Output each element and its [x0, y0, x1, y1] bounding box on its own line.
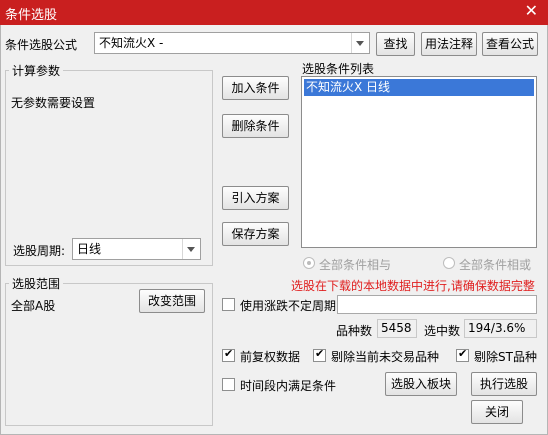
- uncertain-period-label: 使用涨跌不定周期: [240, 299, 337, 313]
- period-select[interactable]: 日线: [72, 238, 201, 260]
- uncertain-period-input[interactable]: [337, 295, 537, 314]
- calc-params-legend: 计算参数: [9, 62, 64, 79]
- execute-button[interactable]: 执行选股: [471, 372, 537, 396]
- pre-adjust-checkbox[interactable]: [222, 347, 235, 362]
- count-value: 5458: [377, 319, 417, 338]
- import-scheme-button[interactable]: 引入方案: [222, 186, 289, 210]
- find-button[interactable]: 查找: [376, 32, 415, 56]
- chevron-down-icon[interactable]: [351, 33, 369, 53]
- period-select-value: 日线: [77, 242, 102, 256]
- period-label: 选股周期:: [13, 244, 66, 258]
- data-warning: 选股在下载的本地数据中进行,请确保数据完整: [291, 279, 535, 293]
- condition-list[interactable]: 不知流火X 日线: [301, 76, 537, 248]
- exclude-untraded-checkbox[interactable]: [313, 347, 326, 362]
- select-to-block-button[interactable]: 选股入板块: [385, 372, 457, 396]
- add-condition-button[interactable]: 加入条件: [222, 76, 289, 100]
- exclude-st-checkbox[interactable]: [456, 347, 469, 362]
- selected-label: 选中数: [424, 324, 461, 338]
- range-value: 全部A股: [11, 299, 56, 313]
- or-radio-label: 全部条件相或: [459, 258, 532, 272]
- close-icon[interactable]: ✕: [525, 1, 538, 20]
- usage-notes-button[interactable]: 用法注释: [421, 32, 477, 56]
- exclude-untraded-label: 剔除当前未交易品种: [331, 350, 440, 364]
- list-item[interactable]: 不知流火X 日线: [304, 79, 534, 96]
- count-label: 品种数: [336, 324, 373, 338]
- title-bar: 条件选股 ✕: [0, 0, 548, 25]
- pre-adjust-label: 前复权数据: [240, 350, 301, 364]
- delete-condition-button[interactable]: 删除条件: [222, 114, 289, 138]
- and-radio[interactable]: [303, 257, 315, 269]
- selected-value: 194/3.6%: [464, 319, 537, 338]
- formula-select[interactable]: 不知流火X -: [94, 32, 370, 54]
- or-radio[interactable]: [443, 257, 455, 269]
- view-formula-button[interactable]: 查看公式: [482, 32, 538, 56]
- range-legend: 选股范围: [9, 275, 64, 292]
- uncertain-period-checkbox[interactable]: [222, 298, 235, 311]
- no-params-message: 无参数需要设置: [11, 96, 96, 110]
- condition-list-label: 选股条件列表: [302, 62, 375, 76]
- time-period-label: 时间段内满足条件: [240, 379, 337, 393]
- change-range-button[interactable]: 改变范围: [139, 289, 205, 313]
- formula-label: 条件选股公式: [5, 38, 78, 52]
- window-title: 条件选股: [5, 8, 58, 23]
- close-button[interactable]: 关闭: [471, 400, 523, 424]
- exclude-st-label: 剔除ST品种: [474, 350, 537, 364]
- save-scheme-button[interactable]: 保存方案: [222, 222, 289, 246]
- chevron-down-icon[interactable]: [182, 239, 200, 259]
- and-radio-label: 全部条件相与: [319, 258, 392, 272]
- time-period-checkbox[interactable]: [222, 378, 235, 391]
- formula-select-value: 不知流火X -: [99, 36, 164, 50]
